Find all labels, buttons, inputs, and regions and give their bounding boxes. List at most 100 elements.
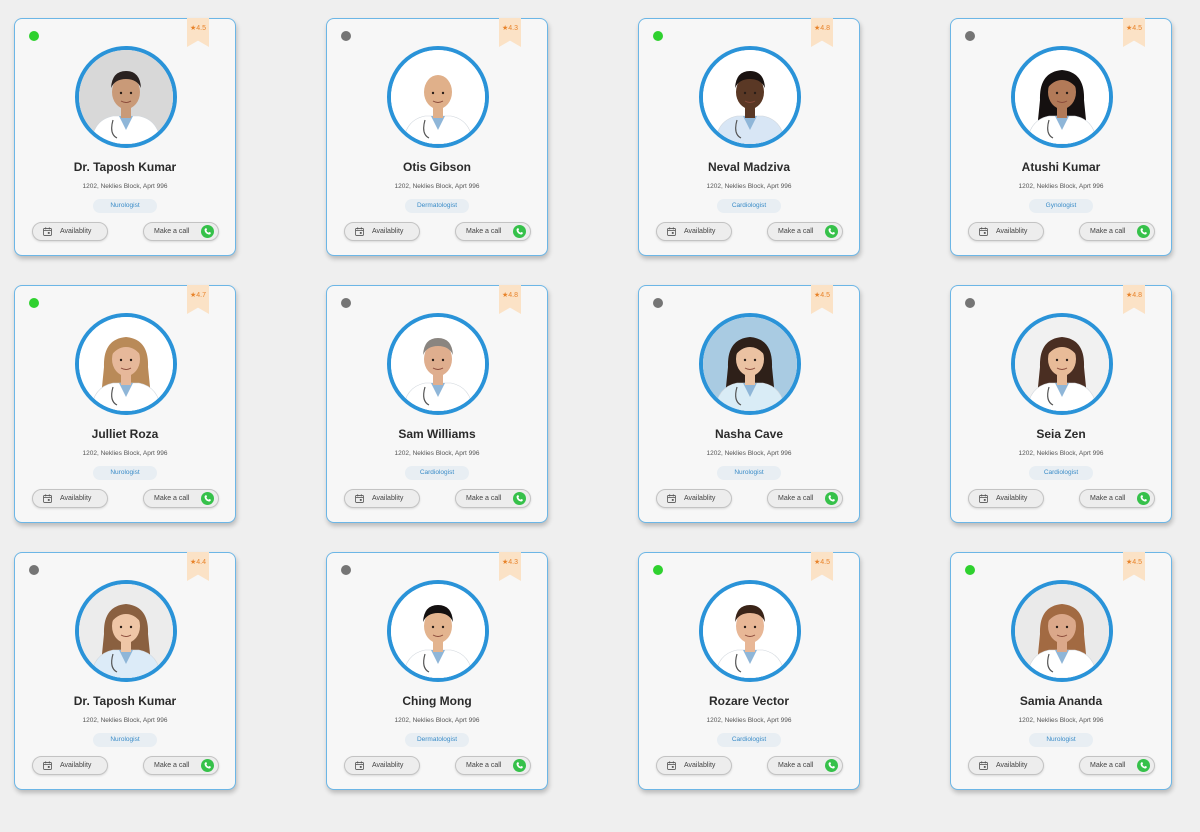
rating-ribbon: ★4.5 [187,18,209,47]
doctor-address: 1202, Neklies Block, Aprt 996 [394,717,480,724]
whatsapp-phone-icon [1137,492,1150,505]
rating-ribbon: ★4.8 [811,18,833,47]
whatsapp-phone-icon [513,759,526,772]
status-indicator [341,31,351,41]
rating-value: 4.5 [820,292,830,299]
whatsapp-phone-icon [513,492,526,505]
make-call-label: Make a call [778,228,814,235]
availability-button[interactable]: Availablity [32,489,108,508]
availability-label: Availablity [684,228,716,235]
doctor-address: 1202, Neklies Block, Aprt 996 [394,450,480,457]
rating-value: 4.4 [196,559,206,566]
doctor-address: 1202, Neklies Block, Aprt 996 [706,450,792,457]
doctor-avatar [75,313,177,415]
rating-value: 4.7 [196,292,206,299]
doctor-address: 1202, Neklies Block, Aprt 996 [82,717,168,724]
doctor-card: ★4.7 Julliet Roza 1202, Neklies Block, A… [14,285,236,523]
doctor-address: 1202, Neklies Block, Aprt 996 [394,183,480,190]
status-indicator [965,31,975,41]
whatsapp-phone-icon [1137,225,1150,238]
doctor-card: ★4.5 Nasha Cave 1202, Neklies Block, Apr… [638,285,860,523]
availability-button[interactable]: Availablity [968,489,1044,508]
rating-value: 4.8 [1132,292,1142,299]
make-call-label: Make a call [154,228,190,235]
doctor-avatar [75,46,177,148]
availability-button[interactable]: Availablity [968,756,1044,775]
availability-button[interactable]: Availablity [656,489,732,508]
specialty-badge: Nurologist [1029,733,1093,747]
doctor-card: ★4.5 Samia Ananda 1202, Neklies Block, A… [950,552,1172,790]
make-call-button[interactable]: Make a call [143,222,219,241]
doctor-card: ★4.3 Ching Mong 1202, Neklies Block, Apr… [326,552,548,790]
doctor-card: ★4.8 Seia Zen 1202, Neklies Block, Aprt … [950,285,1172,523]
make-call-button[interactable]: Make a call [143,489,219,508]
doctor-card: ★4.5 Rozare Vector 1202, Neklies Block, … [638,552,860,790]
availability-button[interactable]: Availablity [344,222,420,241]
make-call-button[interactable]: Make a call [767,489,843,508]
make-call-label: Make a call [1090,228,1126,235]
specialty-badge: Gynologist [1029,199,1093,213]
whatsapp-phone-icon [1137,759,1150,772]
doctor-address: 1202, Neklies Block, Aprt 996 [1018,450,1104,457]
availability-button[interactable]: Availablity [344,756,420,775]
make-call-label: Make a call [466,762,502,769]
make-call-button[interactable]: Make a call [455,756,531,775]
status-indicator [29,31,39,41]
rating-ribbon: ★4.3 [499,552,521,581]
availability-label: Availablity [372,495,404,502]
availability-button[interactable]: Availablity [32,756,108,775]
availability-button[interactable]: Availablity [656,222,732,241]
rating-ribbon: ★4.7 [187,285,209,314]
doctor-avatar [699,313,801,415]
doctor-name: Seia Zen [1036,427,1086,441]
availability-label: Availablity [996,762,1028,769]
doctor-name: Atushi Kumar [1021,160,1101,174]
make-call-label: Make a call [154,762,190,769]
make-call-button[interactable]: Make a call [767,756,843,775]
availability-label: Availablity [60,495,92,502]
rating-value: 4.8 [508,292,518,299]
make-call-label: Make a call [1090,762,1126,769]
status-indicator [653,31,663,41]
availability-button[interactable]: Availablity [32,222,108,241]
availability-button[interactable]: Availablity [968,222,1044,241]
calendar-icon [355,761,364,770]
make-call-label: Make a call [778,762,814,769]
whatsapp-phone-icon [201,492,214,505]
specialty-badge: Nurologist [93,466,157,480]
doctor-name: Neval Madziva [707,160,791,174]
rating-ribbon: ★4.8 [1123,285,1145,314]
doctor-address: 1202, Neklies Block, Aprt 996 [1018,183,1104,190]
make-call-button[interactable]: Make a call [455,489,531,508]
rating-value: 4.5 [1132,559,1142,566]
make-call-button[interactable]: Make a call [455,222,531,241]
availability-label: Availablity [996,228,1028,235]
rating-ribbon: ★4.3 [499,18,521,47]
specialty-badge: Nurologist [93,733,157,747]
specialty-badge: Nurologist [93,199,157,213]
make-call-button[interactable]: Make a call [1079,222,1155,241]
availability-button[interactable]: Availablity [344,489,420,508]
make-call-button[interactable]: Make a call [1079,489,1155,508]
doctor-card: ★4.8 Neval Madziva 1202, Neklies Block, … [638,18,860,256]
doctor-name: Dr. Taposh Kumar [73,694,177,708]
rating-ribbon: ★4.5 [1123,18,1145,47]
doctor-name: Julliet Roza [91,427,159,441]
calendar-icon [979,761,988,770]
doctor-card-grid: ★4.5 Dr. Taposh Kumar 1202, Neklies Bloc… [14,18,1172,790]
rating-value: 4.3 [508,25,518,32]
rating-ribbon: ★4.5 [1123,552,1145,581]
doctor-avatar [1011,580,1113,682]
doctor-name: Sam Williams [398,427,476,441]
status-indicator [29,565,39,575]
doctor-avatar [1011,313,1113,415]
availability-button[interactable]: Availablity [656,756,732,775]
make-call-button[interactable]: Make a call [143,756,219,775]
rating-value: 4.5 [196,25,206,32]
make-call-button[interactable]: Make a call [1079,756,1155,775]
doctor-card: ★4.8 Sam Williams 1202, Neklies Block, A… [326,285,548,523]
doctor-name: Otis Gibson [402,160,471,174]
status-indicator [965,565,975,575]
make-call-button[interactable]: Make a call [767,222,843,241]
availability-label: Availablity [60,762,92,769]
